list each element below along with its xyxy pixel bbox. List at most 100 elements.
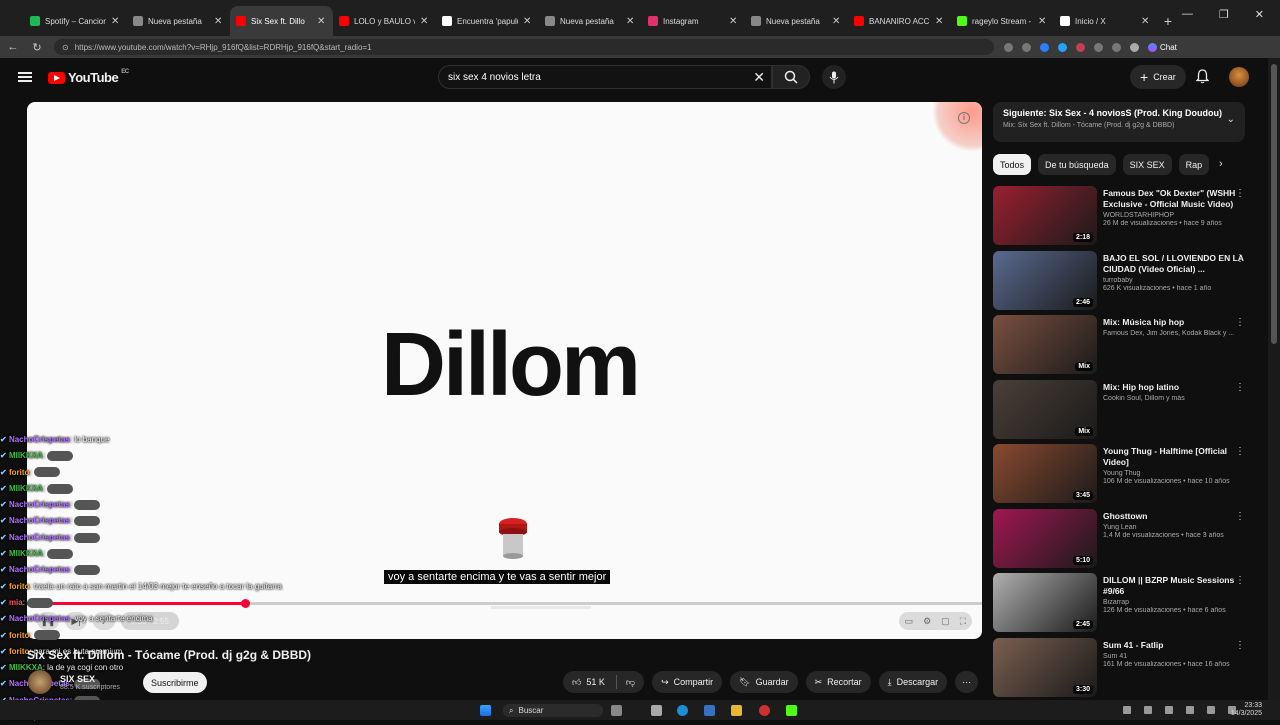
store-icon[interactable]: [704, 705, 715, 716]
extension-icon[interactable]: [1004, 42, 1013, 52]
reload-icon[interactable]: ↻: [30, 41, 44, 54]
related-video-item[interactable]: 3:45 Young Thug - Halftime [Official Vide…: [993, 444, 1259, 509]
subtitles-icon[interactable]: ▭: [905, 616, 914, 627]
extension-icon[interactable]: [1040, 42, 1049, 52]
chevron-down-icon[interactable]: ⌄: [1227, 114, 1235, 125]
search-input[interactable]: six sex 4 novios letra ✕: [438, 65, 772, 89]
edge-icon[interactable]: [677, 705, 688, 716]
extension-icon[interactable]: [1022, 42, 1031, 52]
more-options-icon[interactable]: ⋮: [1235, 640, 1245, 651]
more-options-icon[interactable]: ⋮: [1235, 511, 1245, 522]
chat-button[interactable]: Chat: [1148, 42, 1177, 52]
video-thumbnail[interactable]: 5:10: [993, 508, 1097, 568]
minimize-icon[interactable]: —: [1182, 8, 1193, 21]
tab-close-icon[interactable]: ✕: [1038, 16, 1048, 27]
related-video-item[interactable]: 2:18 Famous Dex "Ok Dexter" (WSHH Exclusi…: [993, 186, 1259, 251]
video-title[interactable]: DILLOM || BZRP Music Sessions #9/66: [1103, 575, 1245, 597]
video-title[interactable]: Young Thug - Halftime [Official Video]: [1103, 446, 1245, 468]
back-icon[interactable]: ←: [6, 41, 20, 53]
video-title[interactable]: Mix: Música hip hop: [1103, 317, 1245, 328]
browser-tab[interactable]: Spotify – Canciones ✕: [24, 6, 127, 36]
video-thumbnail[interactable]: Mix: [993, 379, 1097, 439]
more-options-icon[interactable]: ⋮: [1235, 446, 1245, 457]
close-window-icon[interactable]: ✕: [1255, 8, 1264, 21]
tab-close-icon[interactable]: ✕: [832, 16, 842, 27]
app-icon[interactable]: [651, 705, 662, 716]
filter-chip[interactable]: Rap: [1178, 154, 1210, 175]
address-bar[interactable]: ⊙ https://www.youtube.com/watch?v=RHjp_9…: [54, 39, 994, 55]
related-video-item[interactable]: Mix Mix: Hip hop latino Cookin Soul, Dillo…: [993, 379, 1259, 445]
extension-icon[interactable]: [1058, 42, 1067, 52]
like-button[interactable]: 👍︎ 51 K 👎︎: [563, 671, 645, 693]
voice-search-button[interactable]: [822, 65, 846, 89]
next-button[interactable]: ▶|: [65, 612, 87, 630]
task-view-icon[interactable]: [611, 705, 622, 716]
search-button[interactable]: [772, 65, 810, 89]
new-tab-button[interactable]: +: [1157, 6, 1179, 36]
speaker-icon[interactable]: [1207, 706, 1215, 714]
progress-scrubber[interactable]: [240, 599, 250, 608]
browser-tab[interactable]: BANANIRO ACCIDE ✕: [848, 6, 951, 36]
related-video-item[interactable]: 2:45 DILLOM || BZRP Music Sessions #9/66 B…: [993, 573, 1259, 638]
related-video-item[interactable]: 5:10 Ghosttown Yung Lean 1,4 M de visualiza…: [993, 508, 1259, 574]
clear-search-icon[interactable]: ✕: [753, 69, 765, 86]
video-thumbnail[interactable]: 2:18: [993, 186, 1097, 245]
user-avatar[interactable]: [1229, 67, 1249, 87]
folder-icon[interactable]: [731, 705, 742, 716]
video-player[interactable]: i Dillom voy a sentarte encima y te vas …: [27, 102, 982, 639]
kick-icon[interactable]: [786, 705, 797, 716]
browser-tab[interactable]: Encuentra 'papuluc ✕: [436, 6, 539, 36]
video-title[interactable]: Sum 41 - Fatlip: [1103, 640, 1245, 651]
browser-tab[interactable]: Inicio / X ✕: [1054, 6, 1157, 36]
taskbar-search[interactable]: ⌕ Buscar: [503, 704, 603, 717]
tab-close-icon[interactable]: ✕: [626, 16, 636, 27]
notifications-button[interactable]: [1195, 69, 1210, 89]
video-title[interactable]: BAJO EL SOL / LLOVIENDO EN LA CIUDAD (Vi…: [1103, 253, 1245, 275]
create-button[interactable]: + Crear: [1130, 65, 1186, 89]
more-options-icon[interactable]: ⋮: [1235, 382, 1245, 393]
tab-close-icon[interactable]: ✕: [935, 16, 945, 27]
channel-name[interactable]: SIX SEX: [60, 674, 120, 684]
clock[interactable]: 23:33 14/3/2025: [1231, 702, 1262, 718]
browser-tab[interactable]: LOLO y BAULO vs C ✕: [333, 6, 436, 36]
video-thumbnail[interactable]: 3:30: [993, 637, 1097, 697]
tab-close-icon[interactable]: ✕: [214, 16, 224, 27]
extension-icon[interactable]: [1094, 42, 1103, 52]
thumbs-down-icon[interactable]: 👎︎: [626, 677, 635, 688]
tray-chevron-icon[interactable]: [1123, 706, 1131, 714]
menu-icon[interactable]: [18, 72, 32, 82]
video-title[interactable]: Famous Dex "Ok Dexter" (WSHH Exclusive -…: [1103, 188, 1245, 210]
browser-tab[interactable]: Nueva pestaña ✕: [745, 6, 848, 36]
more-options-icon[interactable]: ⋮: [1235, 317, 1245, 328]
related-video-item[interactable]: 3:30 Sum 41 - Fatlip Sum 41 161 M de visual…: [993, 637, 1259, 703]
video-thumbnail[interactable]: 2:46: [993, 250, 1097, 310]
chevron-right-icon[interactable]: ›: [1219, 158, 1223, 170]
network-icon[interactable]: [1144, 706, 1152, 714]
progress-bar[interactable]: [27, 599, 982, 608]
fullscreen-icon[interactable]: ⛶: [960, 616, 966, 627]
video-thumbnail[interactable]: Mix: [993, 315, 1097, 374]
pause-button[interactable]: ❚❚: [37, 612, 59, 630]
browser-tab[interactable]: Instagram ✕: [642, 6, 745, 36]
video-title[interactable]: Mix: Hip hop latino: [1103, 382, 1245, 393]
download-button[interactable]: ⤓ Descargar: [878, 671, 948, 693]
video-thumbnail[interactable]: 3:45: [993, 444, 1097, 503]
youtube-logo[interactable]: YouTube EC: [48, 69, 129, 85]
keyboard-icon[interactable]: [1186, 706, 1194, 714]
page-scrollbar[interactable]: [1268, 58, 1280, 700]
windows-start-icon[interactable]: [480, 705, 491, 716]
share-button[interactable]: ↪ Compartir: [652, 671, 723, 693]
chrome-icon[interactable]: [759, 705, 770, 716]
profile-avatar-icon[interactable]: [1130, 42, 1139, 52]
tab-close-icon[interactable]: ✕: [729, 16, 739, 27]
site-info-icon[interactable]: ⊙: [62, 43, 69, 52]
browser-tab[interactable]: Nueva pestaña ✕: [539, 6, 642, 36]
video-title[interactable]: Ghosttown: [1103, 511, 1245, 522]
related-video-item[interactable]: Mix Mix: Música hip hop Famous Dex, Jim Jo…: [993, 315, 1259, 380]
tab-close-icon[interactable]: ✕: [420, 16, 430, 27]
more-options-icon[interactable]: ⋮: [1235, 575, 1245, 586]
scrollbar-thumb[interactable]: [1271, 64, 1277, 344]
info-icon[interactable]: i: [958, 112, 970, 124]
channel-avatar[interactable]: [28, 670, 52, 694]
more-options-icon[interactable]: ⋮: [1235, 188, 1245, 199]
